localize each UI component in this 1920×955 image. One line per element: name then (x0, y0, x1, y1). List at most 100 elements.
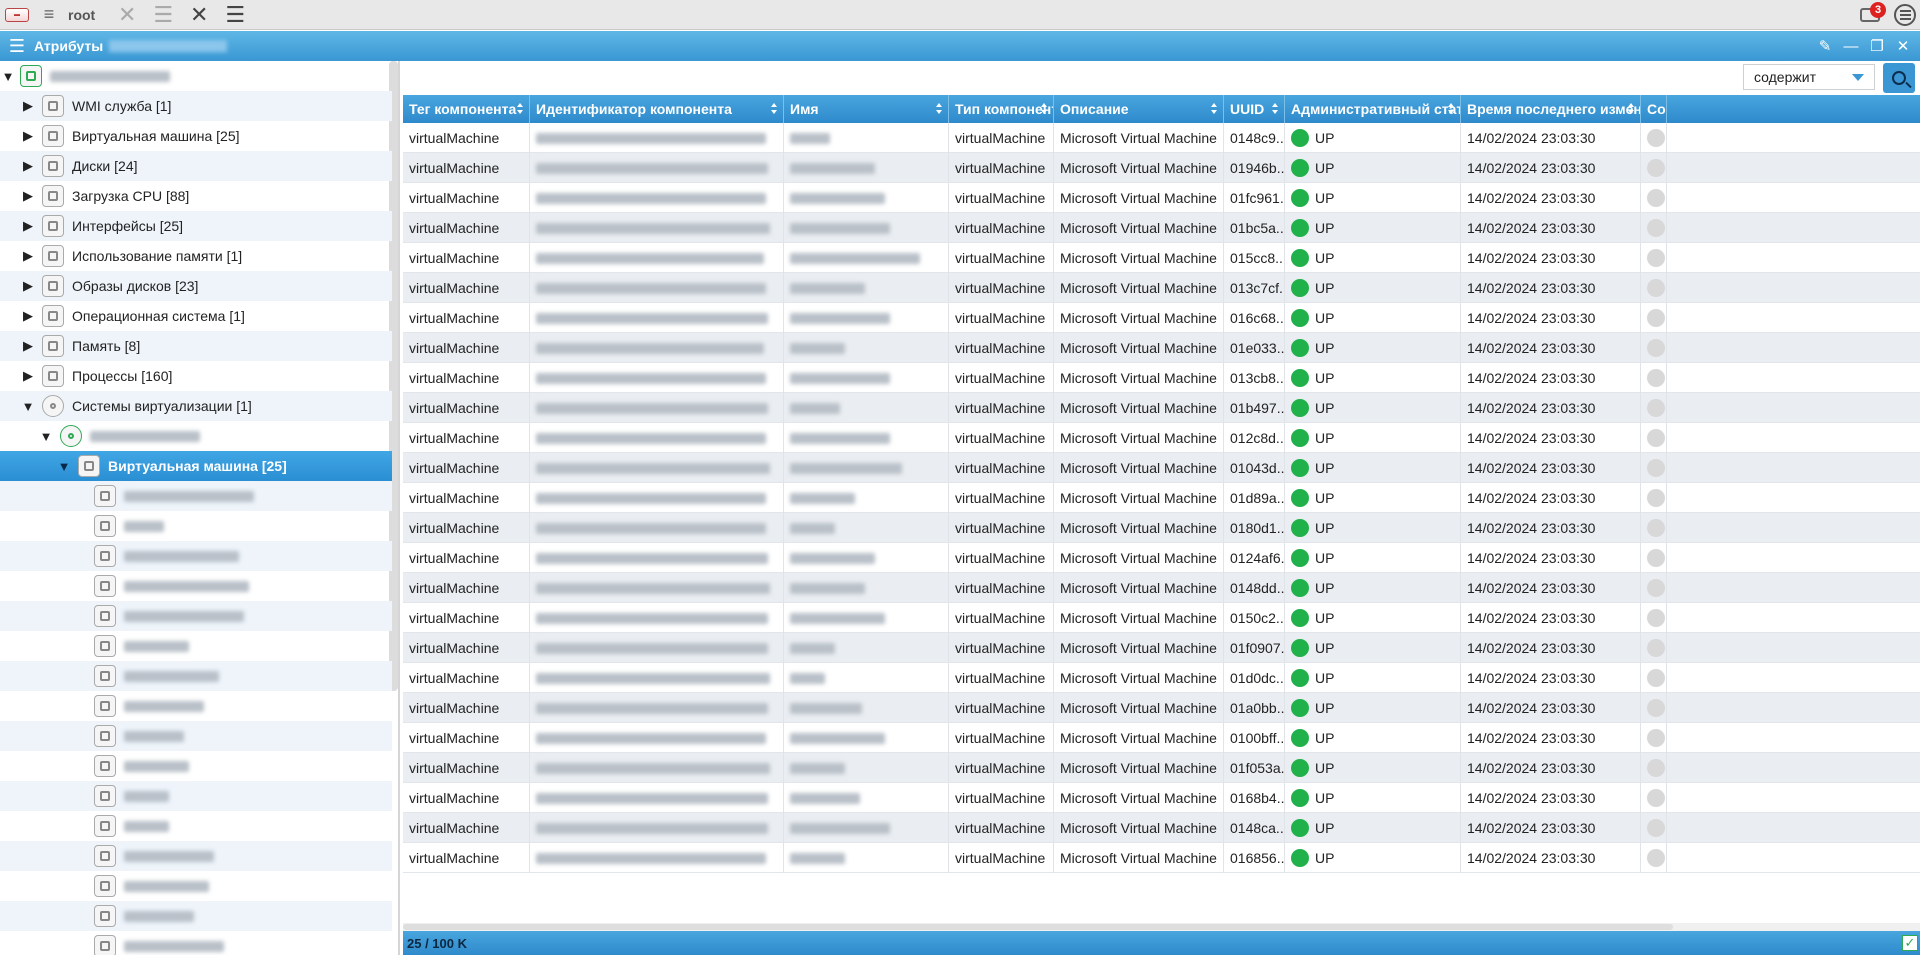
state-indicator-icon[interactable] (1647, 279, 1665, 297)
minimize-icon[interactable]: — (1840, 38, 1862, 55)
table-row[interactable]: virtualMachine virtualMachine Microsoft Vi… (403, 153, 1920, 183)
table-row[interactable]: virtualMachine virtualMachine Microsoft Vi… (403, 183, 1920, 213)
sort-icon[interactable] (1272, 103, 1279, 115)
tree-item-hypervisor[interactable]: ▼ (0, 421, 392, 451)
tree-vm-child[interactable] (0, 781, 392, 811)
table-row[interactable]: virtualMachine virtualMachine Microsoft Vi… (403, 753, 1920, 783)
window-menu-icon[interactable]: ☰ (0, 31, 34, 61)
table-row[interactable]: virtualMachine virtualMachine Microsoft Vi… (403, 813, 1920, 843)
tree-vm-child[interactable] (0, 571, 392, 601)
check-icon[interactable]: ✓ (1902, 935, 1918, 951)
table-row[interactable]: virtualMachine virtualMachine Microsoft Vi… (403, 663, 1920, 693)
tree-vm-child[interactable] (0, 901, 392, 931)
pin-icon[interactable]: ✎ (1814, 37, 1836, 55)
tree-vm-child[interactable] (0, 841, 392, 871)
table-row[interactable]: virtualMachine virtualMachine Microsoft Vi… (403, 213, 1920, 243)
expand-arrow-icon[interactable]: ▶ (20, 98, 36, 114)
tree-item-memory-usage[interactable]: ▶ Использование памяти [1] (0, 241, 392, 271)
table-row[interactable]: virtualMachine virtualMachine Microsoft Vi… (403, 273, 1920, 303)
tree-vm-child[interactable] (0, 661, 392, 691)
table-row[interactable]: virtualMachine virtualMachine Microsoft Vi… (403, 303, 1920, 333)
table-row[interactable]: virtualMachine virtualMachine Microsoft Vi… (403, 783, 1920, 813)
expand-arrow-icon[interactable]: ▶ (20, 278, 36, 294)
tree-item-virtualization[interactable]: ▼ Системы виртуализации [1] (0, 391, 392, 421)
expand-arrow-icon[interactable]: ▶ (20, 248, 36, 264)
expand-arrow-icon[interactable]: ▶ (20, 368, 36, 384)
expand-arrow-icon[interactable]: ▶ (20, 338, 36, 354)
tree-item-wmi[interactable]: ▶ WMI служба [1] (0, 91, 392, 121)
tree-item-processes[interactable]: ▶ Процессы [160] (0, 361, 392, 391)
scrollbar-thumb[interactable] (403, 924, 1673, 930)
tree-vm-child[interactable] (0, 631, 392, 661)
tree-item-interfaces[interactable]: ▶ Интерфейсы [25] (0, 211, 392, 241)
state-indicator-icon[interactable] (1647, 189, 1665, 207)
tree-vm-child[interactable] (0, 481, 392, 511)
tree-root[interactable]: ▼ (0, 61, 392, 91)
table-row[interactable]: virtualMachine virtualMachine Microsoft Vi… (403, 573, 1920, 603)
tree-vm-child[interactable] (0, 601, 392, 631)
state-indicator-icon[interactable] (1647, 819, 1665, 837)
list-disabled-icon[interactable]: ☰ (145, 0, 181, 30)
sort-icon[interactable] (517, 103, 524, 115)
state-indicator-icon[interactable] (1647, 429, 1665, 447)
tree-vm-child[interactable] (0, 931, 392, 955)
collapse-arrow-icon[interactable]: ▼ (38, 429, 54, 444)
expand-arrow-icon[interactable]: ▶ (20, 128, 36, 144)
state-indicator-icon[interactable] (1647, 339, 1665, 357)
table-row[interactable]: virtualMachine virtualMachine Microsoft Vi… (403, 693, 1920, 723)
column-header[interactable]: Идентификатор компонента (530, 95, 784, 123)
table-row[interactable]: virtualMachine virtualMachine Microsoft Vi… (403, 483, 1920, 513)
close-icon[interactable]: ✕ (1892, 37, 1914, 55)
state-indicator-icon[interactable] (1647, 399, 1665, 417)
sort-icon[interactable] (936, 103, 943, 115)
state-indicator-icon[interactable] (1647, 489, 1665, 507)
state-indicator-icon[interactable] (1647, 249, 1665, 267)
column-header[interactable]: Тег компонента (403, 95, 530, 123)
tree-vm-child[interactable] (0, 871, 392, 901)
state-indicator-icon[interactable] (1647, 609, 1665, 627)
column-header[interactable]: Описание (1054, 95, 1224, 123)
tree-item-vm-selected[interactable]: ▼ Виртуальная машина [25] (0, 451, 392, 481)
table-row[interactable]: virtualMachine virtualMachine Microsoft Vi… (403, 243, 1920, 273)
tree-vm-child[interactable] (0, 811, 392, 841)
sort-icon[interactable] (1628, 103, 1635, 115)
search-button[interactable] (1883, 63, 1915, 93)
filter-mode-select[interactable]: содержит (1743, 64, 1875, 90)
state-indicator-icon[interactable] (1647, 639, 1665, 657)
topology-icon[interactable]: ✕ (181, 0, 217, 30)
list-icon[interactable]: ☰ (217, 0, 253, 30)
state-indicator-icon[interactable] (1647, 459, 1665, 477)
state-indicator-icon[interactable] (1647, 579, 1665, 597)
table-row[interactable]: virtualMachine virtualMachine Microsoft Vi… (403, 363, 1920, 393)
topology-disabled-icon[interactable]: ✕ (109, 0, 145, 30)
column-header[interactable]: UUID (1224, 95, 1285, 123)
state-indicator-icon[interactable] (1647, 549, 1665, 567)
tree-item-disk-images[interactable]: ▶ Образы дисков [23] (0, 271, 392, 301)
tree-vm-child[interactable] (0, 751, 392, 781)
collapse-arrow-icon[interactable]: ▼ (20, 399, 36, 414)
tree-vm-child[interactable] (0, 721, 392, 751)
expand-arrow-icon[interactable]: ▶ (20, 188, 36, 204)
state-indicator-icon[interactable] (1647, 129, 1665, 147)
tree-item-disks[interactable]: ▶ Диски [24] (0, 151, 392, 181)
tree-vm-child[interactable] (0, 511, 392, 541)
tree-vm-child[interactable] (0, 541, 392, 571)
tree-vm-child[interactable] (0, 691, 392, 721)
table-row[interactable]: virtualMachine virtualMachine Microsoft Vi… (403, 453, 1920, 483)
column-header[interactable]: Тип компонента (949, 95, 1054, 123)
notes-icon[interactable]: ≡ (34, 0, 64, 30)
state-indicator-icon[interactable] (1647, 519, 1665, 537)
sort-icon[interactable] (771, 103, 778, 115)
state-indicator-icon[interactable] (1647, 759, 1665, 777)
tree-item-vm[interactable]: ▶ Виртуальная машина [25] (0, 121, 392, 151)
table-row[interactable]: virtualMachine virtualMachine Microsoft Vi… (403, 333, 1920, 363)
state-indicator-icon[interactable] (1647, 669, 1665, 687)
sort-icon[interactable] (1211, 103, 1218, 115)
sort-icon[interactable] (1041, 103, 1048, 115)
state-indicator-icon[interactable] (1647, 159, 1665, 177)
app-logo[interactable]: ▬ (0, 0, 34, 30)
horizontal-scrollbar[interactable] (403, 923, 1920, 931)
column-header[interactable]: Административный статус (1285, 95, 1461, 123)
restore-icon[interactable]: ❐ (1866, 37, 1888, 55)
tree-item-cpu[interactable]: ▶ Загрузка CPU [88] (0, 181, 392, 211)
